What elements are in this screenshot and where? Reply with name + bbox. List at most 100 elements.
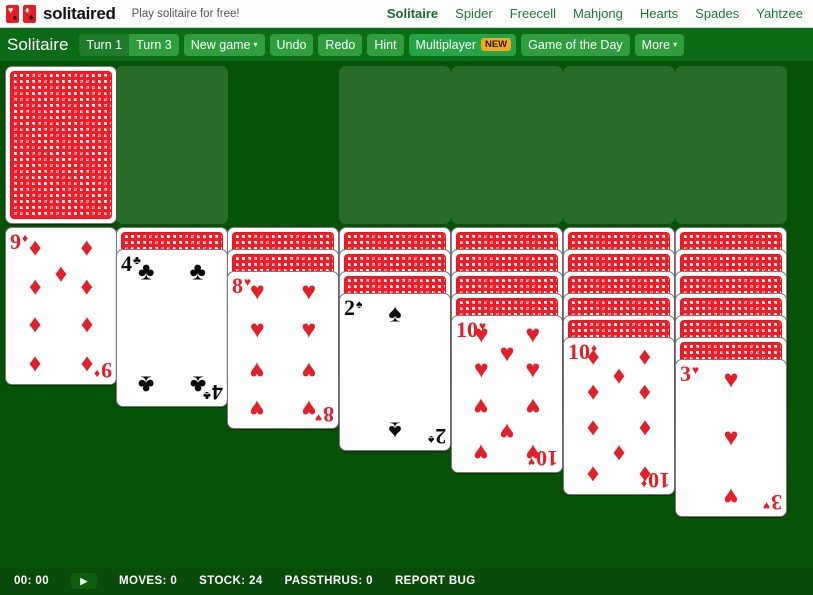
- pip-♠: ♠: [388, 299, 402, 328]
- pip-♥: ♥: [723, 365, 739, 394]
- logo-card-hearts-spades: ♥ ♠: [6, 4, 19, 23]
- pip-♦: ♦: [80, 350, 94, 379]
- club-icon: ♣: [28, 12, 34, 22]
- nav-link-solitaire[interactable]: Solitaire: [387, 6, 438, 21]
- pip-♠: ♠: [388, 416, 402, 445]
- pip-♥: ♥: [473, 320, 489, 349]
- pip-♦: ♦: [80, 272, 94, 301]
- site-logo[interactable]: ♥ ♠ ♦ ♣ solitaired: [0, 4, 116, 24]
- pip-♥: ♥: [301, 394, 317, 423]
- timer: 00: 00: [14, 575, 50, 587]
- pip-♣: ♣: [189, 257, 206, 286]
- spade-icon: ♠: [12, 12, 17, 22]
- card-10-♥[interactable]: 10 ♥ 10 ♥ ♥ ♥ ♥ ♥ ♥ ♥ ♥ ♥ ♥ ♥: [451, 315, 563, 473]
- pip-♥: ♥: [301, 315, 317, 344]
- new-game-button[interactable]: New game ▾: [183, 33, 265, 56]
- game-toolbar: Solitaire Turn 1 Turn 3 New game ▾ Undo R…: [0, 28, 813, 61]
- site-nav: Solitaire Spider Freecell Mahjong Hearts…: [387, 6, 813, 21]
- nav-link-hearts[interactable]: Hearts: [640, 6, 678, 21]
- more-button[interactable]: More ▾: [634, 33, 685, 56]
- pip-♦: ♦: [612, 439, 626, 468]
- new-badge: NEW: [480, 38, 512, 51]
- multiplayer-label: Multiplayer: [415, 37, 476, 52]
- moves-counter: MOVES: 0: [119, 575, 178, 587]
- nav-link-spider[interactable]: Spider: [455, 6, 493, 21]
- nav-link-mahjong[interactable]: Mahjong: [573, 6, 623, 21]
- card-pips: ♣ ♣ ♣ ♣: [126, 256, 218, 400]
- nav-link-freecell[interactable]: Freecell: [510, 6, 556, 21]
- nav-link-yahtzee[interactable]: Yahtzee: [756, 6, 803, 21]
- pip-♣: ♣: [189, 370, 206, 399]
- site-tagline: Play solitaire for free!: [131, 7, 240, 20]
- foundation-slot-4[interactable]: [675, 66, 787, 224]
- passthrus-counter: PASSTHRUS: 0: [284, 575, 373, 587]
- card-10-♦[interactable]: 10 ♦ 10 ♦ ♦ ♦ ♦ ♦ ♦ ♦ ♦ ♦ ♦ ♦: [563, 337, 675, 495]
- new-game-label: New game: [190, 37, 251, 52]
- pip-♦: ♦: [638, 342, 652, 371]
- play-icon[interactable]: ▶: [71, 573, 98, 589]
- turn-1-button[interactable]: Turn 1: [79, 33, 130, 56]
- game-of-the-day-button[interactable]: Game of the Day: [521, 33, 630, 56]
- logo-text: solitaired: [43, 3, 116, 23]
- pip-♥: ♥: [525, 355, 541, 384]
- game-board: 9 ♦ 9 ♦ ♦ ♦ ♦ ♦ ♦ ♦ ♦ ♦ ♦ 4 ♣ 4 ♣ ♣ ♣ ♣ ♣ 8 ♥ 8 ♥ ♥ ♥ ♥ ♥ ♥ ♥ ♥ ♥ 2 ♠ 2 ♠ ♠ ♠ 1…: [0, 61, 813, 567]
- card-pips: ♥ ♥ ♥ ♥ ♥ ♥ ♥ ♥ ♥ ♥: [461, 322, 553, 466]
- card-pips: ♥ ♥ ♥ ♥ ♥ ♥ ♥ ♥: [237, 278, 329, 422]
- pip-♥: ♥: [499, 417, 515, 446]
- stock-top-card[interactable]: [5, 66, 117, 224]
- pip-♣: ♣: [138, 257, 155, 286]
- pip-♦: ♦: [28, 350, 42, 379]
- hint-button[interactable]: Hint: [367, 33, 404, 56]
- pip-♦: ♦: [612, 361, 626, 390]
- report-bug-link[interactable]: REPORT BUG: [395, 575, 476, 587]
- foundation-slot-2[interactable]: [451, 66, 563, 224]
- undo-button[interactable]: Undo: [269, 33, 314, 56]
- status-bar: 00: 00 ▶ MOVES: 0 STOCK: 24 PASSTHRUS: 0…: [0, 567, 813, 595]
- pip-♥: ♥: [723, 423, 739, 452]
- card-back-pattern: [10, 71, 112, 219]
- pip-♦: ♦: [80, 311, 94, 340]
- site-header: ♥ ♠ ♦ ♣ solitaired Play solitaire for fr…: [0, 0, 813, 28]
- foundation-slot-3[interactable]: [563, 66, 675, 224]
- pip-♦: ♦: [28, 272, 42, 301]
- card-9-♦[interactable]: 9 ♦ 9 ♦ ♦ ♦ ♦ ♦ ♦ ♦ ♦ ♦ ♦: [5, 227, 117, 385]
- pip-♥: ♥: [499, 339, 515, 368]
- multiplayer-button[interactable]: Multiplayer NEW: [408, 33, 517, 56]
- card-8-♥[interactable]: 8 ♥ 8 ♥ ♥ ♥ ♥ ♥ ♥ ♥ ♥ ♥: [227, 271, 339, 429]
- redo-button[interactable]: Redo: [318, 33, 363, 56]
- pip-♦: ♦: [80, 233, 94, 262]
- game-title: Solitaire: [7, 34, 69, 54]
- pip-♦: ♦: [638, 414, 652, 443]
- pip-♦: ♦: [54, 259, 68, 288]
- logo-card-diamonds-clubs: ♦ ♣: [23, 4, 36, 23]
- card-pips: ♦ ♦ ♦ ♦ ♦ ♦ ♦ ♦ ♦: [15, 234, 107, 378]
- pip-♦: ♦: [586, 377, 600, 406]
- pip-♦: ♦: [638, 377, 652, 406]
- pip-♣: ♣: [138, 370, 155, 399]
- pip-♥: ♥: [525, 392, 541, 421]
- pip-♥: ♥: [249, 394, 265, 423]
- card-3-♥[interactable]: 3 ♥ 3 ♥ ♥ ♥ ♥: [675, 359, 787, 517]
- foundation-slot-1[interactable]: [339, 66, 451, 224]
- pip-♥: ♥: [473, 355, 489, 384]
- pip-♥: ♥: [723, 482, 739, 511]
- pip-♥: ♥: [249, 356, 265, 385]
- more-label: More: [641, 37, 671, 52]
- pip-♥: ♥: [525, 320, 541, 349]
- card-2-♠[interactable]: 2 ♠ 2 ♠ ♠ ♠: [339, 293, 451, 451]
- turn-3-button[interactable]: Turn 3: [129, 33, 179, 56]
- nav-link-spades[interactable]: Spades: [695, 6, 739, 21]
- chevron-down-icon: ▾: [673, 40, 678, 50]
- turn-mode-group: Turn 1 Turn 3: [79, 33, 179, 56]
- pip-♥: ♥: [249, 277, 265, 306]
- card-4-♣[interactable]: 4 ♣ 4 ♣ ♣ ♣ ♣ ♣: [116, 249, 228, 407]
- stock-counter: STOCK: 24: [199, 575, 263, 587]
- waste-pile[interactable]: [116, 66, 228, 224]
- pip-♦: ♦: [586, 414, 600, 443]
- pip-♦: ♦: [586, 342, 600, 371]
- pip-♦: ♦: [28, 311, 42, 340]
- pip-♥: ♥: [473, 392, 489, 421]
- pip-♦: ♦: [638, 460, 652, 489]
- pip-♥: ♥: [525, 438, 541, 467]
- pip-♥: ♥: [301, 277, 317, 306]
